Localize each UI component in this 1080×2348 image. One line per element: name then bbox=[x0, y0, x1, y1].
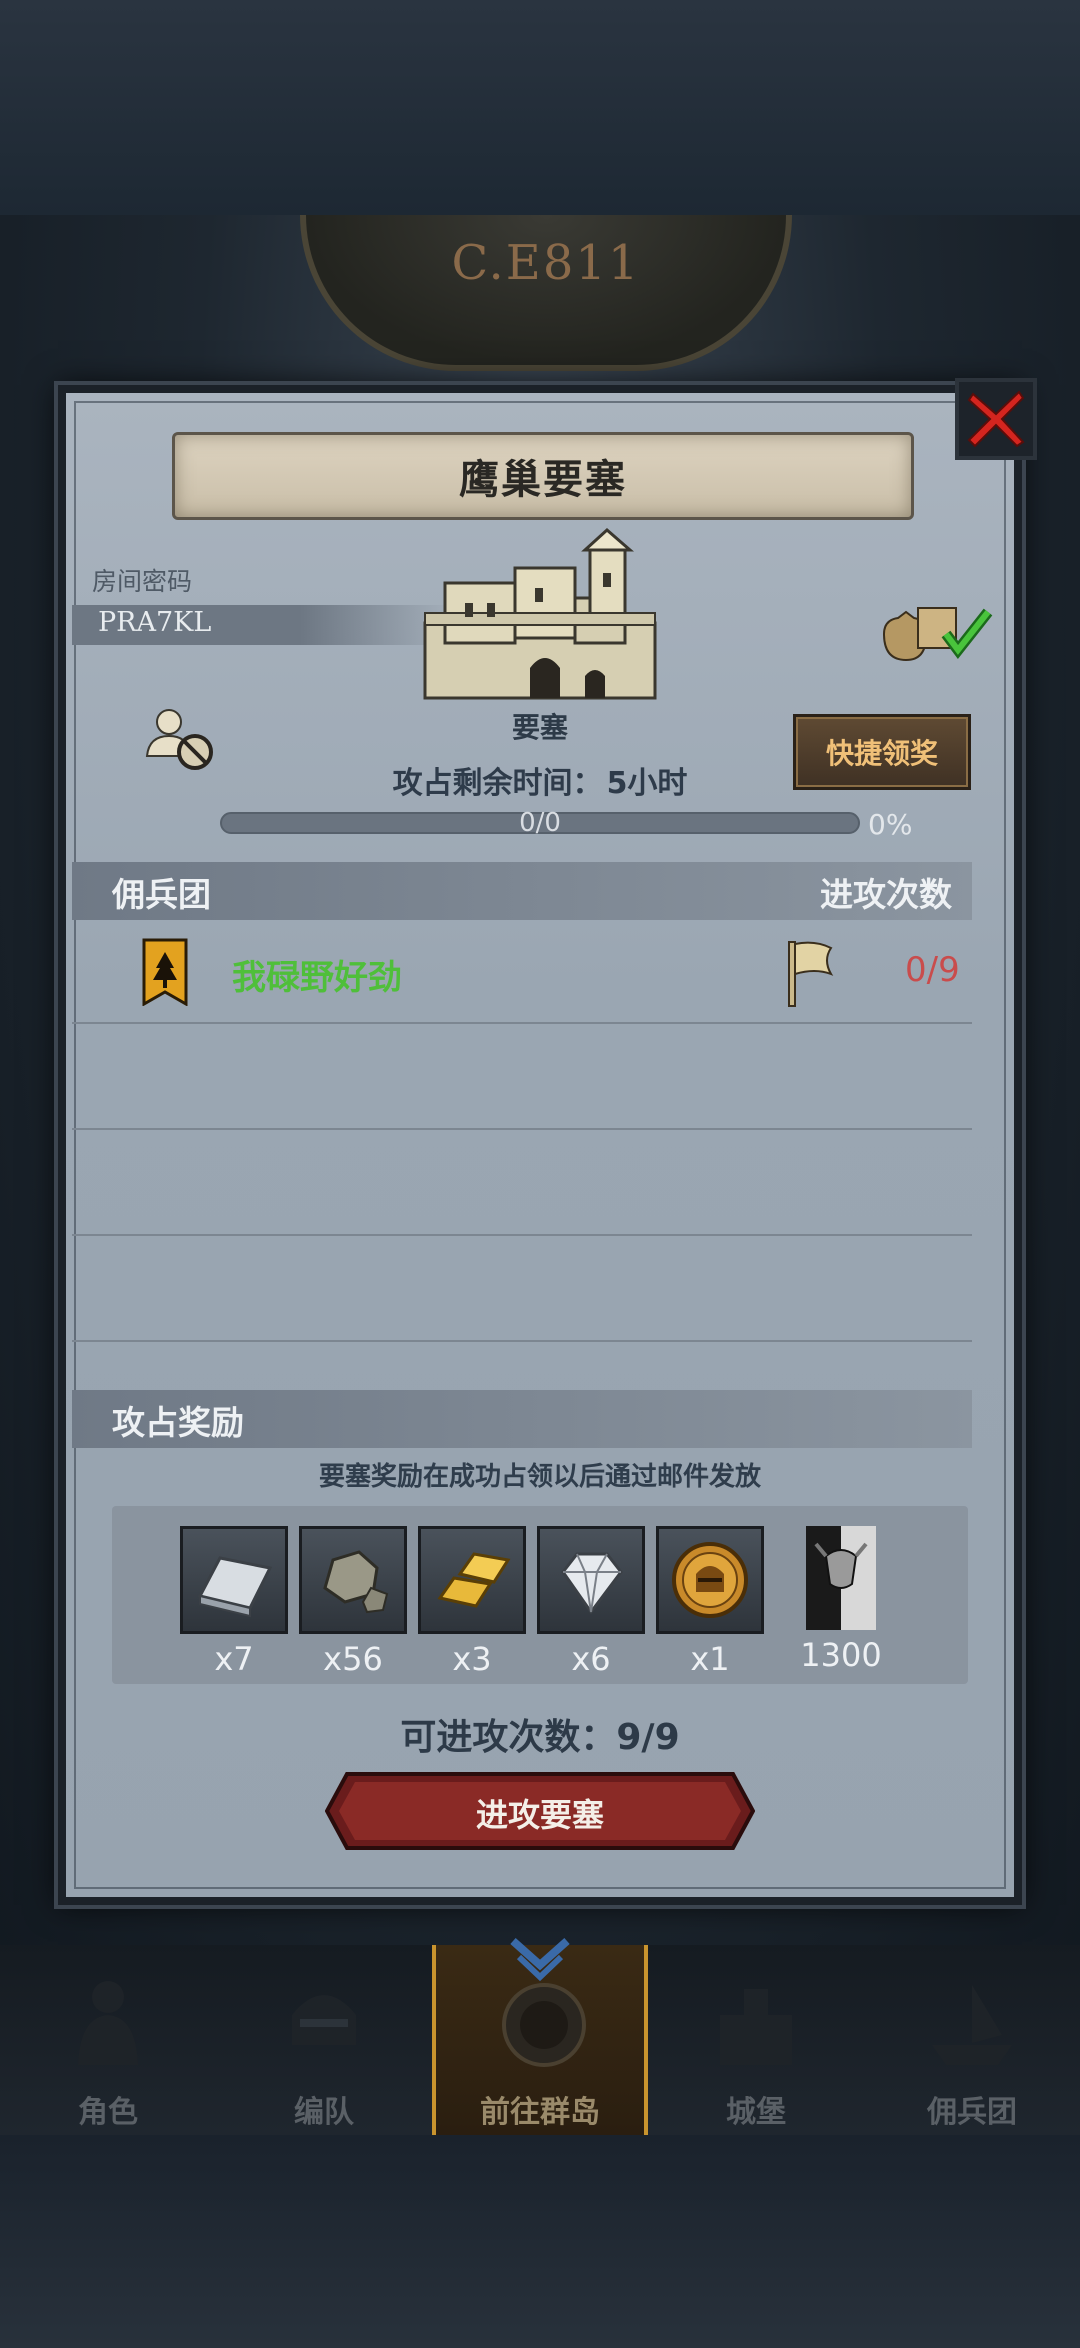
no-user-icon[interactable] bbox=[145, 706, 215, 772]
guild-banner-icon bbox=[142, 938, 188, 1006]
quick-claim-label: 快捷领奖 bbox=[825, 737, 938, 770]
reward-qty: x7 bbox=[214, 1640, 254, 1678]
nav-label: 佣兵团 bbox=[927, 2095, 1017, 2130]
row-divider bbox=[72, 1128, 972, 1130]
dialog-title: 鹰巢要塞 bbox=[459, 457, 627, 503]
title-banner: 鹰巢要塞 bbox=[172, 432, 914, 520]
room-password-label: 房间密码 bbox=[92, 567, 193, 596]
close-icon bbox=[967, 390, 1025, 448]
attacks-remaining-value: 9/9 bbox=[616, 1717, 680, 1758]
time-value: 5小时 bbox=[606, 766, 688, 801]
mercenary-header: 佣兵团 bbox=[112, 875, 211, 914]
flag-icon bbox=[788, 941, 834, 1007]
reward-bag-check-icon[interactable] bbox=[876, 594, 996, 668]
time-label: 攻占剩余时间： bbox=[392, 766, 603, 801]
attack-button-label: 进攻要塞 bbox=[475, 1796, 604, 1834]
attacks-remaining-label: 可进攻次数： bbox=[400, 1717, 617, 1758]
room-code[interactable]: PRA7KL bbox=[98, 607, 211, 638]
progress-percent: 0% bbox=[868, 808, 913, 841]
capture-time-remaining: 攻占剩余时间： 5小时 bbox=[250, 758, 830, 802]
knight-icon bbox=[78, 1981, 138, 2065]
reward-item[interactable]: x6 bbox=[537, 1526, 645, 1678]
nav-label: 角色 bbox=[78, 2095, 138, 2130]
nav-label: 编队 bbox=[294, 2095, 354, 2130]
nav-label: 前往群岛 bbox=[480, 2095, 600, 2130]
nav-label: 城堡 bbox=[726, 2095, 786, 2130]
fortress-castle-icon bbox=[423, 528, 657, 700]
reward-qty: x6 bbox=[571, 1640, 611, 1678]
guild-attack-count: 0/9 bbox=[905, 950, 960, 990]
ship-icon bbox=[932, 1985, 1012, 2065]
row-divider bbox=[72, 1234, 972, 1236]
reward-qty: x56 bbox=[323, 1640, 383, 1678]
nav-item-character[interactable]: 角色 bbox=[0, 1945, 216, 2135]
reward-item[interactable]: 1300 bbox=[796, 1526, 886, 1674]
reward-item[interactable]: x3 bbox=[418, 1526, 526, 1678]
bottom-band bbox=[0, 2135, 1080, 2348]
nav-item-castle[interactable]: 城堡 bbox=[648, 1945, 864, 2135]
year-text: C.E811 bbox=[451, 235, 641, 291]
attacks-remaining: 可进攻次数：9/9 bbox=[300, 1708, 780, 1760]
castle-icon bbox=[720, 1989, 792, 2065]
rewards-note: 要塞奖励在成功占领以后通过邮件发放 bbox=[318, 1462, 761, 1492]
capture-progress-bar: 0/0 bbox=[220, 808, 860, 838]
guild-name[interactable]: 我碌野好劲 bbox=[232, 950, 402, 999]
nav-item-formation[interactable]: 编队 bbox=[216, 1945, 432, 2135]
fortress-name: 要塞 bbox=[511, 711, 568, 744]
reward-item[interactable]: x1 bbox=[656, 1526, 764, 1678]
attacks-header: 进攻次数 bbox=[820, 875, 952, 914]
reward-item[interactable]: x56 bbox=[299, 1526, 407, 1678]
gold-bars-icon bbox=[437, 1552, 511, 1608]
chevron-down-icon bbox=[510, 1938, 570, 1982]
top-band bbox=[0, 0, 1080, 215]
row-divider bbox=[72, 1022, 972, 1024]
row-divider bbox=[72, 1340, 972, 1342]
knight-medal-icon bbox=[672, 1542, 748, 1618]
silver-ingot-icon bbox=[197, 1556, 273, 1618]
quick-claim-button[interactable]: 快捷领奖 bbox=[793, 714, 971, 790]
diamond-icon bbox=[561, 1552, 623, 1615]
attack-fortress-button[interactable]: 进攻要塞 bbox=[325, 1770, 755, 1852]
close-button[interactable] bbox=[955, 378, 1037, 460]
honor-banner-icon bbox=[814, 1542, 868, 1589]
rewards-header: 攻占奖励 bbox=[112, 1403, 244, 1442]
reward-qty: x3 bbox=[452, 1640, 492, 1678]
reward-item[interactable]: x7 bbox=[180, 1526, 288, 1678]
reward-qty: 1300 bbox=[800, 1636, 882, 1674]
year-dial: C.E811 bbox=[300, 215, 792, 371]
ore-stone-icon bbox=[323, 1550, 389, 1614]
nav-item-mercenary[interactable]: 佣兵团 bbox=[864, 1945, 1080, 2135]
reward-qty: x1 bbox=[690, 1640, 730, 1678]
compass-icon bbox=[502, 1983, 586, 2067]
progress-text: 0/0 bbox=[519, 808, 561, 838]
helmet-icon bbox=[292, 1995, 356, 2045]
